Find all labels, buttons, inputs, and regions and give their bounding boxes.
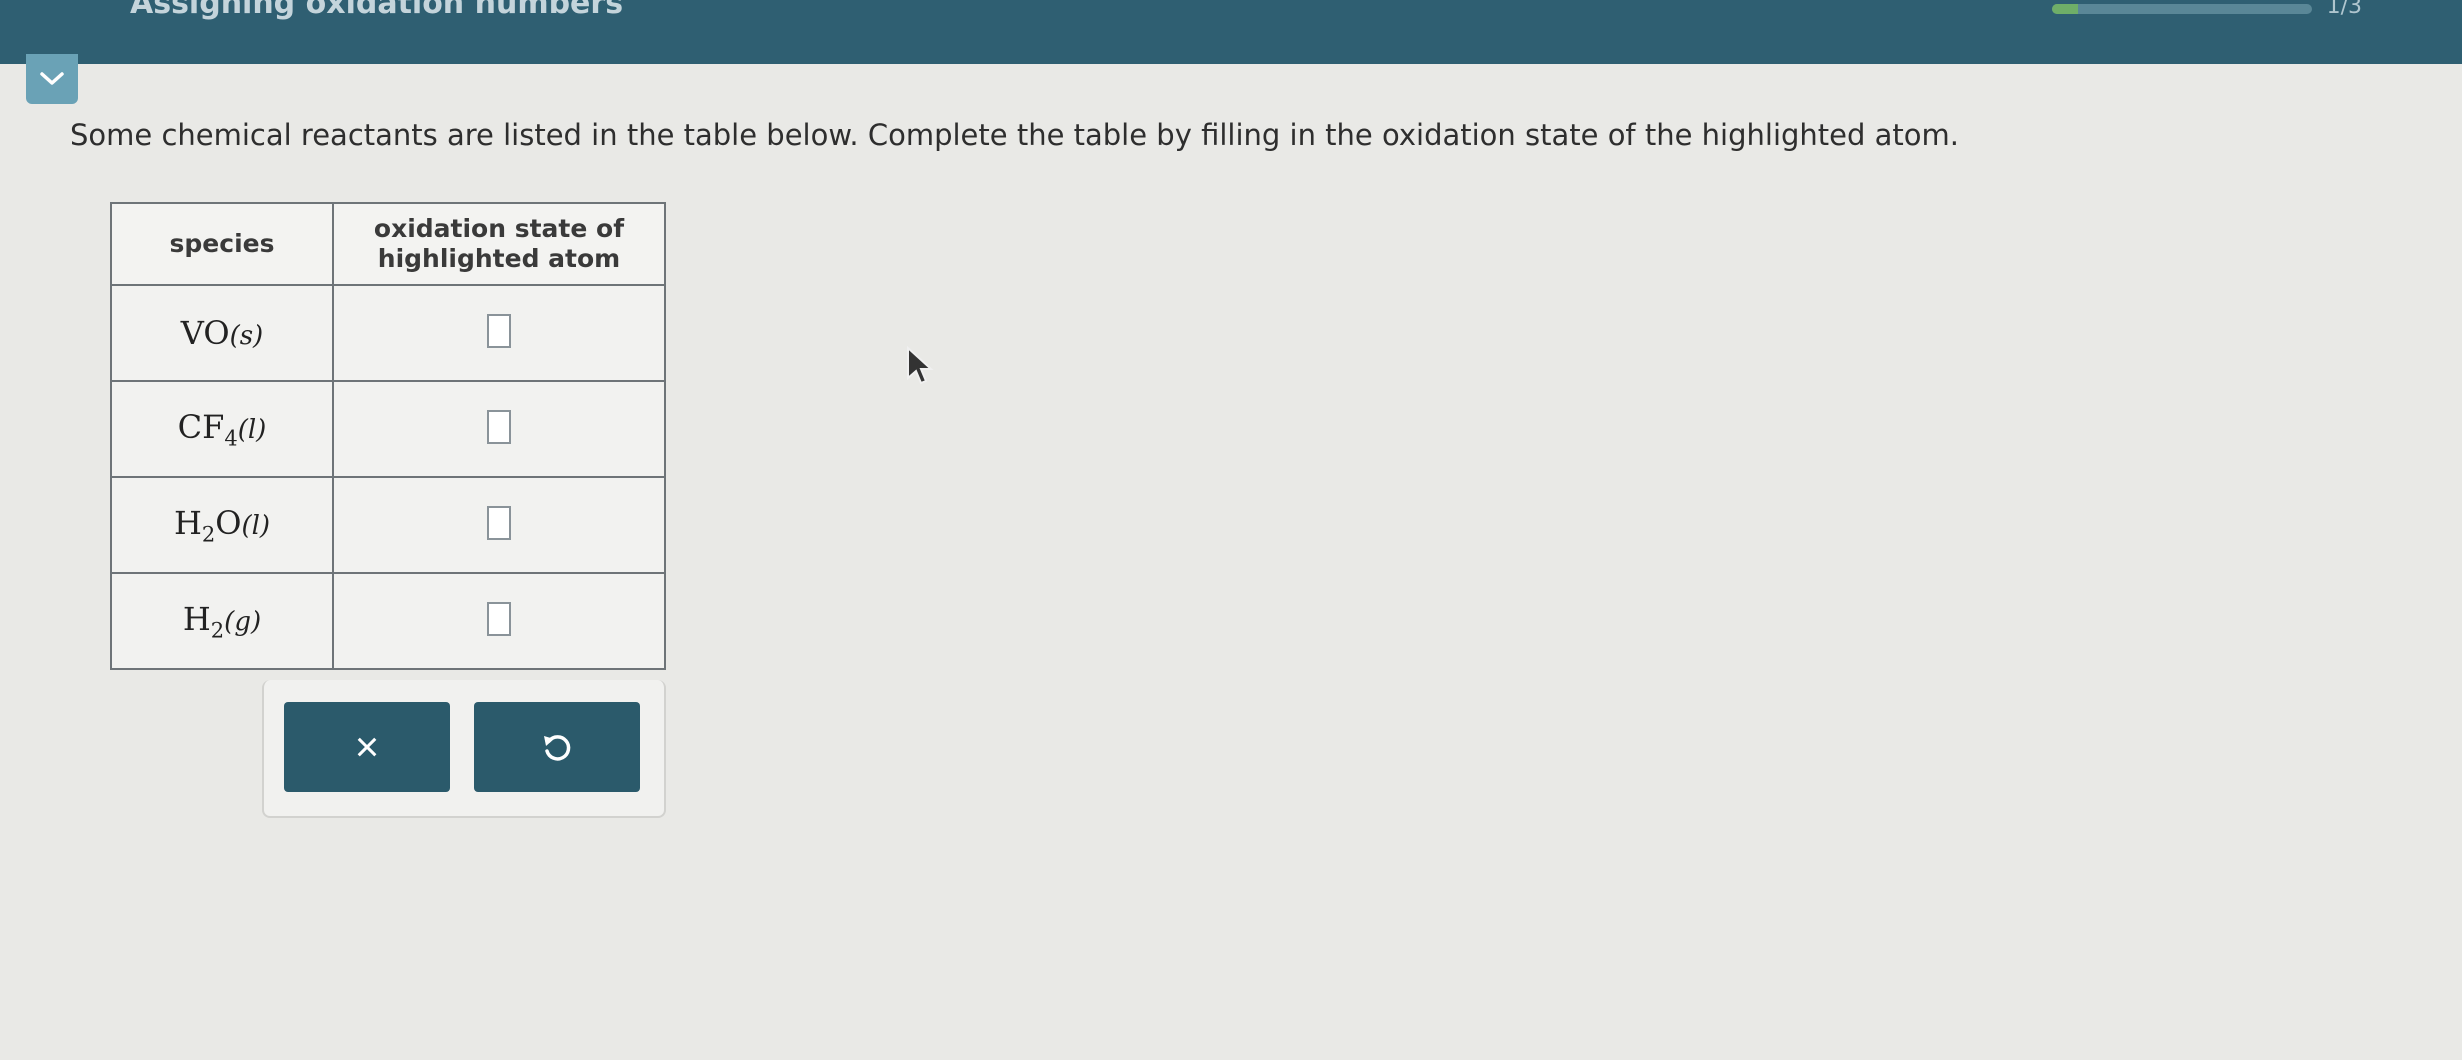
- undo-button[interactable]: [474, 702, 640, 792]
- species-formula: H2O(l): [173, 503, 271, 546]
- formula-element: H: [182, 599, 211, 638]
- answer-cell: [332, 284, 666, 382]
- table-header-row: species oxidation state of highlighted a…: [110, 202, 666, 286]
- formula-element: CF: [177, 407, 225, 446]
- formula-phase: (g): [224, 606, 262, 637]
- undo-icon: [544, 735, 571, 761]
- oxidation-state-input[interactable]: [487, 314, 511, 348]
- formula-phase: (l): [241, 510, 271, 541]
- question-prompt: Some chemical reactants are listed in th…: [70, 118, 1959, 152]
- progress-count: 1/3: [2326, 0, 2362, 19]
- oxidation-state-input[interactable]: [487, 410, 511, 444]
- action-button-panel: ×: [262, 680, 666, 818]
- assignment-title: Assigning oxidation numbers: [130, 0, 624, 21]
- progress-bar: [2052, 4, 2312, 14]
- table-row: VO(s): [110, 284, 666, 382]
- formula-phase: (l): [237, 414, 267, 445]
- oxidation-table: species oxidation state of highlighted a…: [110, 202, 666, 670]
- formula-element: VO: [180, 314, 230, 352]
- species-cell: H2(g): [110, 572, 334, 670]
- oxidation-state-input[interactable]: [487, 506, 511, 540]
- collapse-toggle-button[interactable]: [26, 54, 78, 104]
- progress-fill: [2052, 4, 2078, 14]
- formula-element: O: [215, 503, 242, 542]
- species-cell: VO(s): [110, 284, 334, 382]
- formula-phase: (s): [229, 321, 264, 351]
- answer-cell: [332, 380, 666, 478]
- species-formula: CF4(l): [177, 407, 267, 450]
- header-oxidation-state: oxidation state of highlighted atom: [332, 202, 666, 286]
- answer-cell: [332, 572, 666, 670]
- answer-cell: [332, 476, 666, 574]
- clear-button[interactable]: ×: [284, 702, 450, 792]
- header-species: species: [110, 202, 334, 286]
- oxidation-state-input[interactable]: [487, 602, 511, 636]
- formula-subscript: 4: [224, 426, 238, 451]
- species-cell: CF4(l): [110, 380, 334, 478]
- table-row: CF4(l): [110, 380, 666, 478]
- formula-subscript: 2: [201, 522, 216, 547]
- species-cell: H2O(l): [110, 476, 334, 574]
- chevron-down-icon: [40, 72, 64, 85]
- mouse-pointer-icon: [907, 346, 934, 385]
- close-icon: ×: [354, 723, 380, 770]
- table-row: H2(g): [110, 572, 666, 670]
- formula-subscript: 2: [210, 618, 225, 643]
- species-formula: VO(s): [181, 314, 263, 352]
- formula-element: H: [173, 503, 202, 542]
- table-row: H2O(l): [110, 476, 666, 574]
- species-formula: H2(g): [182, 599, 262, 642]
- top-header-bar: Assigning oxidation numbers 1/3: [0, 0, 2462, 64]
